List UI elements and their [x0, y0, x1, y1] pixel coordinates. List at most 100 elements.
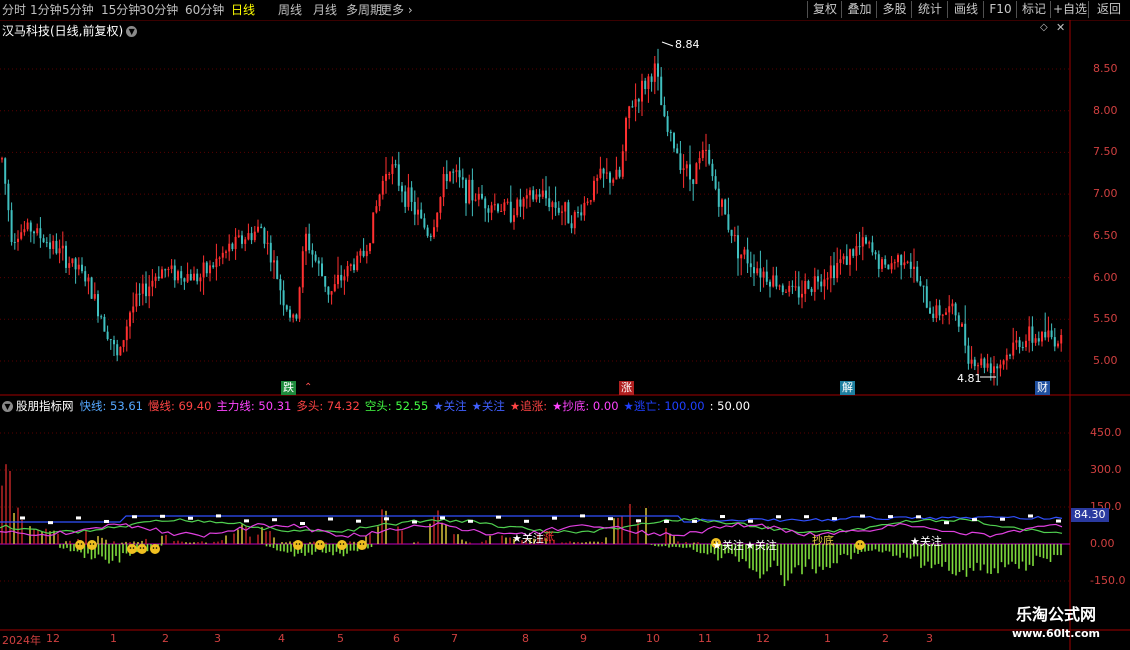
candle-body [327, 286, 330, 295]
tab-more[interactable]: 更多 › [380, 2, 413, 18]
candle-body [823, 279, 826, 287]
price-tick-label: 5.00 [1093, 354, 1118, 367]
tab-period-4[interactable]: 30分钟 [139, 2, 178, 18]
tab-period-6[interactable]: 日线 [231, 2, 255, 18]
smiley-icon [357, 540, 367, 550]
date-tick-label: 1 [110, 632, 117, 645]
event-marker[interactable]: 涨 [619, 381, 634, 395]
candle-body [282, 290, 285, 306]
candle-body [666, 116, 669, 132]
period-toolbar: 分时 1分钟 5分钟 15分钟 30分钟 60分钟 日线 周线 月线 多周期 更多 › 复权 叠加 多股… [0, 0, 1130, 21]
candle-body [977, 365, 979, 367]
candle-body [541, 190, 544, 197]
event-marker[interactable]: 跌 [281, 381, 296, 395]
tab-period-2[interactable]: 5分钟 [62, 2, 94, 18]
tab-period-8[interactable]: 月线 [313, 2, 337, 18]
candle-body [356, 255, 359, 271]
candle-body [1015, 340, 1018, 343]
candle-body [570, 223, 573, 229]
candle-body [861, 237, 864, 247]
tab-period-1[interactable]: 1分钟 [30, 2, 62, 18]
candle-body [10, 210, 13, 242]
event-marker[interactable]: 解 [840, 381, 855, 395]
candle-body [311, 250, 314, 255]
candle-body [52, 240, 55, 249]
candle-body [724, 199, 727, 215]
candle-body [359, 250, 362, 256]
date-tick-label: 12 [46, 632, 60, 645]
candle-body [749, 263, 752, 268]
toolbar-button-8[interactable]: 返回 [1088, 1, 1129, 18]
candle-body [23, 229, 26, 233]
candle-body [433, 227, 435, 237]
candle-body [353, 264, 355, 271]
candle-body [775, 275, 778, 287]
candle-body [669, 131, 672, 134]
candle-body [257, 226, 259, 232]
candle-body [109, 339, 112, 341]
candle-body [954, 303, 957, 316]
tab-period-3[interactable]: 15分钟 [101, 2, 140, 18]
candle-body [983, 358, 986, 368]
tab-period-5[interactable]: 60分钟 [185, 2, 224, 18]
candle-body [1028, 326, 1031, 341]
candle-body [516, 199, 519, 216]
candle-body [615, 169, 618, 180]
candle-body [279, 278, 282, 291]
chevron-down-icon[interactable]: ▼ [126, 26, 138, 37]
candle-body [461, 177, 464, 180]
candle-body [333, 284, 336, 292]
close-icon[interactable]: ✕ [1056, 21, 1065, 34]
candle-body [346, 266, 349, 277]
toolbar-button-7[interactable]: +自选 [1050, 1, 1089, 18]
candle-body [801, 293, 803, 298]
candle-body [397, 164, 400, 186]
date-tick-label: 5 [337, 632, 344, 645]
candle-body [381, 180, 384, 195]
price-tick-label: 5.50 [1093, 312, 1118, 326]
chevron-down-icon[interactable]: ▼ [2, 401, 13, 412]
diamond-icon[interactable]: ◇ [1040, 22, 1048, 33]
price-chart [0, 20, 1130, 650]
candle-body [868, 242, 871, 244]
toolbar-button-6[interactable]: 标记 [1016, 1, 1051, 18]
candle-body [525, 195, 528, 199]
tab-period-7[interactable]: 周线 [278, 2, 302, 18]
date-tick-label: 7 [451, 632, 458, 645]
tab-period-0[interactable]: 分时 [2, 2, 26, 18]
candle-body [42, 238, 45, 243]
toolbar-button-1[interactable]: 叠加 [841, 1, 877, 18]
toolbar-button-2[interactable]: 多股 [876, 1, 912, 18]
candle-body [97, 294, 99, 317]
candle-body [701, 150, 704, 159]
smiley-eye [320, 543, 323, 545]
candle-body [269, 242, 272, 263]
candle-body [916, 266, 919, 282]
toolbar-button-3[interactable]: 统计 [911, 1, 948, 18]
toolbar-button-0[interactable]: 复权 [807, 1, 842, 18]
candle-body [730, 229, 733, 236]
toolbar-button-4[interactable]: 画线 [947, 1, 984, 18]
signal-marker [216, 514, 221, 518]
date-tick-label: 2 [162, 632, 169, 645]
candle-body [253, 231, 256, 241]
candle-body [545, 190, 547, 199]
candle-body [893, 262, 896, 264]
candle-body [705, 149, 707, 151]
candle-body [813, 276, 816, 292]
candle-body [871, 242, 874, 253]
signal-marker [664, 519, 669, 523]
high-pointer [661, 41, 674, 47]
smiley-icon [87, 540, 97, 550]
candle-body [762, 271, 765, 278]
candle-body [26, 222, 29, 230]
legend-item: ★追涨: [509, 399, 548, 413]
tab-period-9[interactable]: 多周期 [346, 2, 382, 18]
candle-body [189, 274, 192, 281]
candle-body [599, 168, 602, 179]
candle-body [292, 314, 295, 318]
signal-marker [1056, 519, 1061, 523]
toolbar-button-5[interactable]: F10 [983, 1, 1017, 18]
candle-body [778, 285, 781, 287]
event-marker[interactable]: 财 [1035, 381, 1050, 395]
